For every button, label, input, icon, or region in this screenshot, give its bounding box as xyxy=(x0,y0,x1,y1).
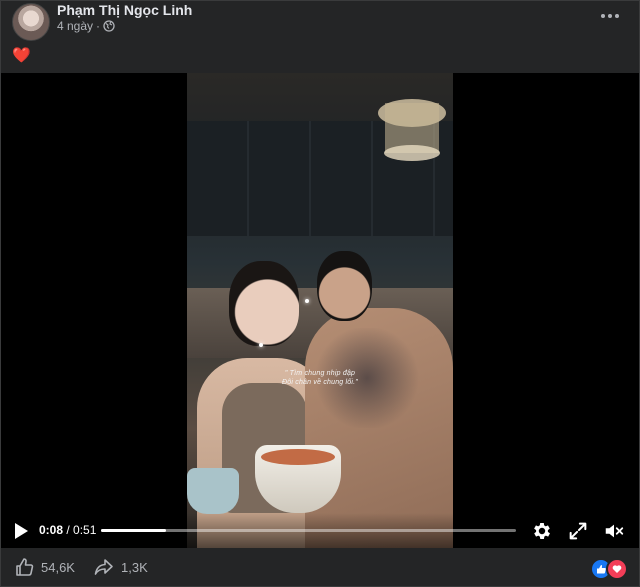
author-avatar[interactable] xyxy=(12,3,50,41)
love-reaction-icon xyxy=(606,558,628,580)
fullscreen-icon[interactable] xyxy=(567,520,589,542)
video-player[interactable]: " Tìm chung nhịp đập Đôi chân về chung l… xyxy=(0,73,640,548)
current-time: 0:08 xyxy=(39,523,64,537)
post-time[interactable]: 4 ngày xyxy=(57,19,93,33)
video-time: 0:08 / 0:51 xyxy=(39,523,96,537)
like-count: 54,6K xyxy=(41,559,75,575)
heart-emoji: ❤️ xyxy=(12,47,31,64)
globe-icon xyxy=(103,20,115,32)
post-caption: ❤️ xyxy=(12,47,31,64)
thumbs-up-icon xyxy=(16,558,34,576)
total-time: / 0:51 xyxy=(63,523,97,537)
video-frame: " Tìm chung nhịp đập Đôi chân về chung l… xyxy=(187,73,453,548)
play-icon[interactable] xyxy=(13,522,29,540)
like-button[interactable]: 54,6K xyxy=(14,557,75,577)
author-name[interactable]: Phạm Thị Ngọc Linh xyxy=(57,2,192,18)
post-header: Phạm Thị Ngọc Linh 4 ngày · xyxy=(0,0,640,44)
reaction-summary[interactable] xyxy=(590,558,628,580)
share-count: 1,3K xyxy=(121,559,148,575)
post-footer: 54,6K 1,3K xyxy=(0,548,640,587)
video-controls: 0:08 / 0:51 xyxy=(0,513,640,548)
post-meta: 4 ngày · xyxy=(57,19,115,33)
progress-bar[interactable] xyxy=(101,529,516,532)
progress-fill xyxy=(101,529,167,532)
mute-icon[interactable] xyxy=(603,520,625,542)
video-subtitle: " Tìm chung nhịp đập Đôi chân về chung l… xyxy=(282,370,358,386)
more-options-icon[interactable] xyxy=(598,6,622,26)
chandelier-image xyxy=(378,99,446,161)
settings-gear-icon[interactable] xyxy=(531,520,553,542)
share-arrow-icon xyxy=(94,559,113,575)
share-button[interactable]: 1,3K xyxy=(94,557,148,577)
